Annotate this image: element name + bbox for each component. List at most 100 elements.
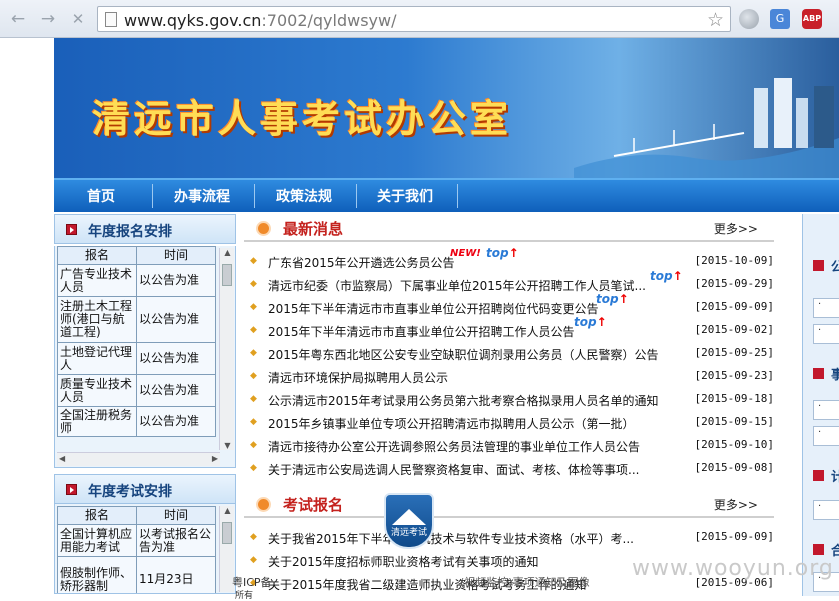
registration-time: 以公告为准 (136, 406, 216, 437)
news-item-title[interactable]: 2015年下半年清远市市直事业单位公开招聘工作人员公告 (268, 323, 575, 340)
news-item-title[interactable]: 关于清远市公安局选调人民警察资格复审、面试、考核、体检等事项... (268, 461, 639, 478)
news-item-title[interactable]: 清远市环境保护局拟聘用人员公示 (268, 369, 448, 386)
registration-time: 以公告为准 (136, 374, 216, 407)
registration-name[interactable]: 土地登记代理人 (57, 342, 137, 375)
registration-name[interactable]: 全国注册税务师 (57, 406, 137, 437)
bullet-icon: ◆ (250, 279, 257, 289)
floating-exam-badge[interactable]: 清远考试 (384, 493, 434, 549)
bullet-icon: ◆ (250, 371, 257, 381)
address-bar[interactable]: www.qyks.gov.cn:7002/qyldwsyw/ ☆ (97, 6, 731, 32)
scroll-right-icon[interactable]: ▶ (212, 454, 218, 463)
exam-box-header: 年度考试安排 (54, 474, 236, 504)
overlay-note: (视频监控)事项通知及图像 (460, 576, 590, 589)
registration-name[interactable]: 质量专业技术人员 (57, 374, 137, 407)
right-link-button[interactable]: · (813, 400, 839, 420)
forward-icon[interactable]: → (38, 9, 58, 29)
bullet-icon: ◆ (250, 256, 257, 266)
news-item[interactable]: ◆ 2015年下半年清远市市直事业单位公开招聘岗位代码变更公告 top↑ [20… (244, 292, 774, 319)
news-item[interactable]: ◆ 2015年乡镇事业单位专项公开招聘清远市拟聘用人员公示（第一批） [2015… (244, 411, 774, 434)
registration-name[interactable]: 注册土木工程师(港口与航道工程) (57, 296, 137, 343)
exam-item-title[interactable]: 关于我省2015年下半年计算机技术与软件专业技术资格（水平）考... (268, 530, 634, 547)
registration-name[interactable]: 广告专业技术人员 (57, 264, 137, 297)
column-header: 时间 (136, 246, 216, 265)
news-item[interactable]: ◆ 清远市接待办公室公开选调参照公务员法管理的事业单位工作人员公告 [2015-… (244, 434, 774, 457)
nav-process[interactable]: 办事流程 (174, 186, 230, 206)
browser-toolbar: ← → ✕ www.qyks.gov.cn:7002/qyldwsyw/ ☆ G… (0, 0, 839, 38)
back-icon[interactable]: ← (8, 9, 28, 29)
section-marker-icon (813, 260, 824, 271)
news-item-title[interactable]: 清远市接待办公室公开选调参照公务员法管理的事业单位工作人员公告 (268, 438, 640, 455)
bullet-icon: ◆ (250, 348, 257, 358)
exam-more-link[interactable]: 更多>> (714, 496, 758, 513)
scroll-left-icon[interactable]: ◀ (59, 454, 65, 463)
registration-box-header: 年度报名安排 (54, 214, 236, 244)
exam-item-title[interactable]: 关于2015年度招标师职业资格考试有关事项的通知 (268, 553, 539, 570)
page-icon (105, 12, 117, 27)
translate-icon[interactable]: G (770, 9, 790, 29)
news-item[interactable]: ◆ 2015年粤东西北地区公安专业空缺职位调剂录用公务员（人民警察）公告 [20… (244, 342, 774, 365)
news-item[interactable]: ◆ 公示清远市2015年考试录用公务员第六批考察合格拟录用人员名单的通知 [20… (244, 388, 774, 411)
news-item-title[interactable]: 2015年乡镇事业单位专项公开招聘清远市拟聘用人员公示（第一批） (268, 415, 635, 432)
exam-name[interactable]: 假肢制作师、矫形器制 (57, 556, 137, 593)
scroll-down-icon[interactable]: ▼ (220, 441, 235, 450)
section-marker-icon (66, 484, 77, 495)
right-link-button[interactable]: · (813, 500, 839, 520)
news-item[interactable]: ◆ 2015年下半年清远市市直事业单位公开招聘工作人员公告 top↑ [2015… (244, 315, 774, 342)
news-item-date: [2015-09-08] (694, 461, 774, 474)
left-sidebar: 年度报名安排 报名 时间 广告专业技术人员 以公告为准 注册土木工程师(港口与航… (54, 214, 236, 596)
page: 清远市人事考试办公室 首页 办事流程 政策法规 关于我们 年度报名安排 报名 时… (54, 38, 839, 596)
nav-policy[interactable]: 政策法规 (276, 186, 332, 206)
site-title: 清远市人事考试办公室 (92, 96, 513, 141)
news-item-title[interactable]: 广东省2015年公开遴选公务员公告 (268, 254, 455, 271)
news-more-link[interactable]: 更多>> (714, 220, 758, 237)
news-item-title[interactable]: 2015年下半年清远市市直事业单位公开招聘岗位代码变更公告 (268, 300, 599, 317)
right-link-button[interactable]: · (813, 298, 839, 318)
right-link-button[interactable]: · (813, 324, 839, 344)
exam-name[interactable]: 全国计算机应用能力考试 (57, 524, 137, 557)
section-marker-icon (813, 470, 824, 481)
globe-icon[interactable] (739, 9, 759, 29)
section-marker-icon (813, 544, 824, 555)
registration-box-title: 年度报名安排 (88, 224, 172, 240)
url-text[interactable]: www.qyks.gov.cn:7002/qyldwsyw/ (124, 11, 396, 30)
news-item-title[interactable]: 清远市纪委（市监察局）下属事业单位2015年公开招聘工作人员笔试... (268, 277, 646, 294)
main-content: 最新消息 更多>> ◆ 广东省2015年公开遴选公务员公告 NEW! top↑ … (244, 214, 774, 596)
scrollbar-thumb[interactable] (222, 522, 232, 544)
exam-registration-header: 考试报名 更多>> (244, 490, 774, 518)
section-marker-icon (66, 224, 77, 235)
exam-time: 以考试报名公告为准 (136, 524, 216, 557)
news-item[interactable]: ◆ 广东省2015年公开遴选公务员公告 NEW! top↑ [2015-10-0… (244, 246, 774, 273)
news-item[interactable]: ◆ 关于清远市公安局选调人民警察资格复审、面试、考核、体检等事项... [201… (244, 457, 774, 480)
news-item-date: [2015-09-02] (694, 323, 774, 336)
close-icon[interactable]: ✕ (68, 9, 88, 29)
adblock-icon[interactable]: ABP (802, 9, 822, 29)
section-dot-icon (258, 223, 269, 234)
news-item-title[interactable]: 2015年粤东西北地区公安专业空缺职位调剂录用公务员（人民警察）公告 (268, 346, 659, 363)
news-item-title[interactable]: 公示清远市2015年考试录用公务员第六批考察合格拟录用人员名单的通知 (268, 392, 659, 409)
nav-home[interactable]: 首页 (87, 186, 115, 206)
nav-about[interactable]: 关于我们 (377, 186, 433, 206)
exam-registration-title: 考试报名 (283, 496, 344, 514)
right-link-button[interactable]: · (813, 426, 839, 446)
exam-box-title: 年度考试安排 (88, 484, 172, 500)
news-item-date: [2015-09-09] (694, 300, 774, 313)
vertical-scrollbar[interactable]: ▲ ▼ (219, 248, 234, 450)
scroll-up-icon[interactable]: ▲ (220, 248, 235, 257)
nav-divider (254, 184, 255, 208)
bullet-icon: ◆ (250, 555, 257, 565)
scrollbar-thumb[interactable] (222, 264, 232, 286)
bullet-icon: ◆ (250, 302, 257, 312)
news-item-date: [2015-09-18] (694, 392, 774, 405)
horizontal-scrollbar[interactable]: ◀ ▶ (57, 452, 220, 466)
news-item[interactable]: ◆ 清远市纪委（市监察局）下属事业单位2015年公开招聘工作人员笔试... to… (244, 269, 774, 296)
scroll-up-icon[interactable]: ▲ (220, 506, 235, 515)
exam-item[interactable]: ◆ 关于我省2015年下半年计算机技术与软件专业技术资格（水平）考... [20… (244, 526, 774, 549)
mountain-icon (392, 509, 426, 525)
site-banner: 清远市人事考试办公室 (54, 38, 839, 178)
registration-table: 报名 时间 广告专业技术人员 以公告为准 注册土木工程师(港口与航道工程) 以公… (57, 246, 216, 437)
news-item[interactable]: ◆ 清远市环境保护局拟聘用人员公示 [2015-09-23] (244, 365, 774, 388)
column-header: 时间 (136, 506, 216, 525)
top-badge: top↑ (486, 246, 519, 260)
bookmark-star-icon[interactable]: ☆ (707, 9, 724, 31)
registration-time: 以公告为准 (136, 342, 216, 375)
